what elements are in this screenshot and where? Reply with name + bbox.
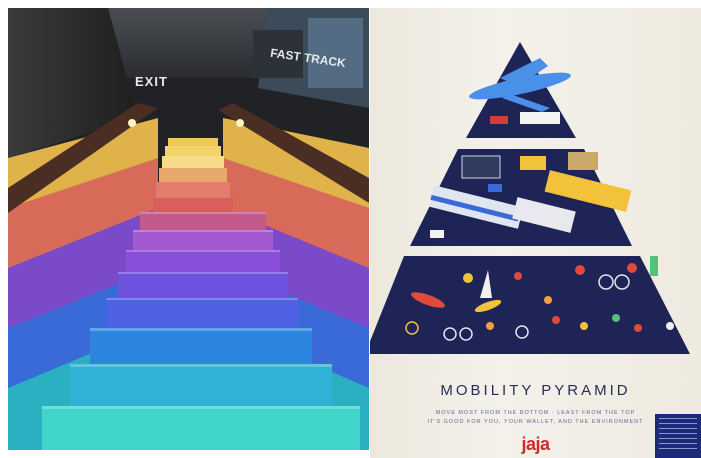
poster-title: MOBILITY PYRAMID	[440, 382, 631, 399]
cruise-ship-icon	[520, 112, 560, 124]
poster-subtitle: MOVE MOST FROM THE BOTTOM · LEAST FROM T…	[390, 409, 681, 427]
pyramid-tier-bottom	[370, 256, 690, 354]
exit-sign: EXIT	[135, 74, 168, 89]
staircase-illustration	[8, 8, 369, 450]
staircase-photo: EXIT FAST TRACK	[8, 8, 369, 450]
poster-subtitle-line-2: IT'S GOOD FOR YOU, YOUR WALLET, AND THE …	[427, 419, 644, 425]
mobility-pyramid-graphic	[370, 42, 690, 354]
mobility-poster-photo: MOBILITY PYRAMID MOVE MOST FROM THE BOTT…	[370, 8, 701, 458]
boat-icon	[488, 184, 502, 192]
bus-icon	[461, 155, 501, 179]
small-car-icon	[430, 230, 444, 238]
info-card	[655, 414, 701, 458]
van-icon	[568, 152, 598, 170]
poster-subtitle-line-1: MOVE MOST FROM THE BOTTOM · LEAST FROM T…	[435, 410, 636, 416]
taxi-icon	[520, 156, 546, 170]
jaja-logo: jaja	[521, 434, 550, 454]
red-car-icon	[490, 116, 508, 124]
